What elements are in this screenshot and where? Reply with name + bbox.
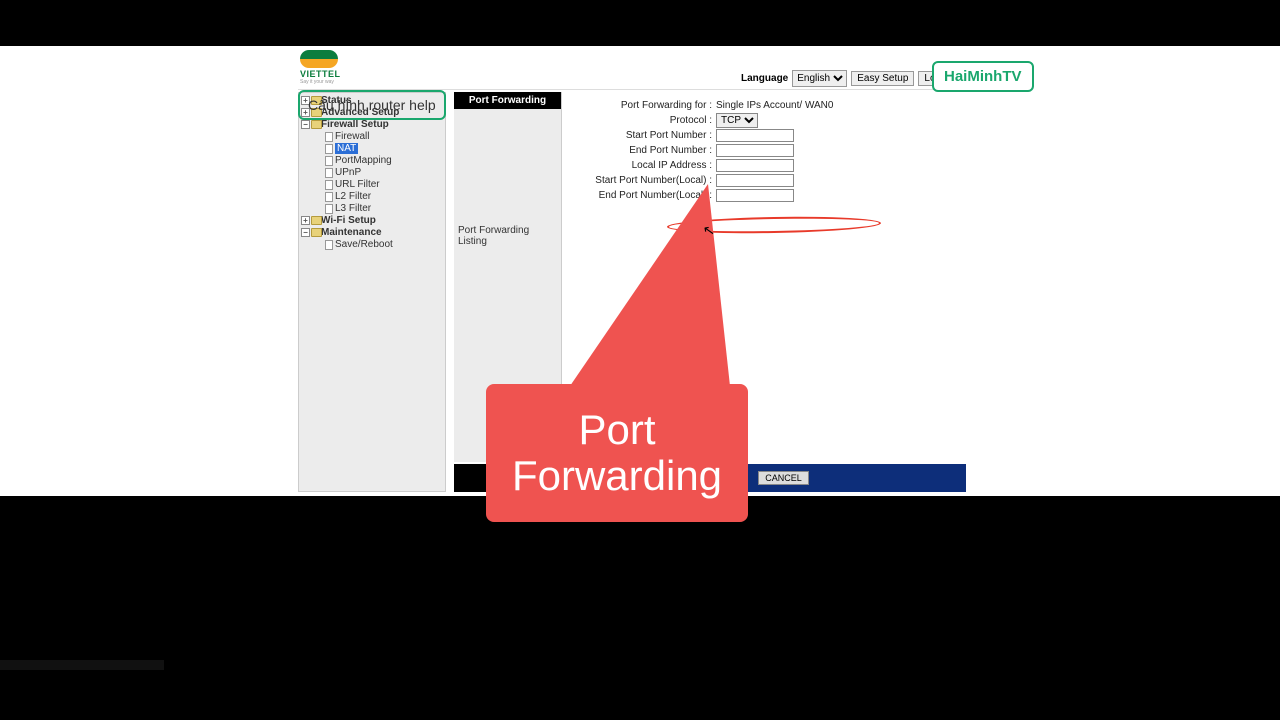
annotation-callout-text: PortForwarding: [512, 407, 722, 499]
sidebar-item-l2-filter[interactable]: L2 Filter: [299, 191, 445, 203]
for-label: Port Forwarding for :: [566, 100, 716, 111]
logo-tagline: Say it your way: [300, 79, 341, 85]
start-port-local-input[interactable]: [716, 174, 794, 187]
doc-icon: [325, 180, 333, 190]
logo-icon: [300, 50, 338, 68]
sidebar-item-upnp[interactable]: UPnP: [299, 167, 445, 179]
doc-icon: [325, 168, 333, 178]
language-select[interactable]: English: [792, 70, 847, 87]
folder-icon: [311, 216, 322, 225]
doc-icon: [325, 156, 333, 166]
sidebar-item-save-reboot[interactable]: Save/Reboot: [299, 239, 445, 251]
annotation-callout: PortForwarding: [486, 384, 748, 522]
logo: VIETTEL Say it your way: [300, 50, 341, 85]
easy-setup-button[interactable]: Easy Setup: [851, 71, 914, 86]
sidebar-item-firewall[interactable]: Firewall: [299, 131, 445, 143]
minus-icon[interactable]: −: [301, 228, 310, 237]
protocol-label: Protocol :: [566, 115, 716, 126]
for-value: Single IPs Account/ WAN0: [716, 100, 833, 111]
doc-icon: [325, 204, 333, 214]
start-port-label: Start Port Number :: [566, 130, 716, 141]
folder-icon: [311, 228, 322, 237]
end-port-local-input[interactable]: [716, 189, 794, 202]
folder-icon: [311, 120, 322, 129]
doc-icon: [325, 144, 333, 154]
end-port-label: End Port Number :: [566, 145, 716, 156]
sidebar-item-l3-filter[interactable]: L3 Filter: [299, 203, 445, 215]
cancel-button[interactable]: CANCEL: [758, 471, 809, 485]
minus-icon[interactable]: −: [301, 120, 310, 129]
sidebar-item-wifi[interactable]: +Wi-Fi Setup: [299, 215, 445, 227]
doc-icon: [325, 132, 333, 142]
taskbar-stub: [0, 660, 164, 670]
annotation-right: HaiMinhTV: [932, 61, 1034, 92]
local-ip-input[interactable]: [716, 159, 794, 172]
header: VIETTEL Say it your way Language English…: [298, 46, 966, 90]
doc-icon: [325, 192, 333, 202]
language-label: Language: [741, 73, 788, 84]
sidebar: +Status +Advanced Setup −Firewall Setup …: [298, 92, 446, 492]
sidebar-item-portmapping[interactable]: PortMapping: [299, 155, 445, 167]
end-port-local-label: End Port Number(Local) :: [566, 190, 716, 201]
sidebar-item-url-filter[interactable]: URL Filter: [299, 179, 445, 191]
sidebar-item-maintenance[interactable]: −Maintenance: [299, 227, 445, 239]
protocol-select[interactable]: TCP: [716, 113, 758, 128]
sidebar-item-nat[interactable]: NAT: [299, 143, 445, 155]
doc-icon: [325, 240, 333, 250]
start-port-input[interactable]: [716, 129, 794, 142]
annotation-left: Cấu hình router help: [298, 90, 446, 120]
end-port-input[interactable]: [716, 144, 794, 157]
start-port-local-label: Start Port Number(Local) :: [566, 175, 716, 186]
section-title: Port Forwarding: [454, 92, 561, 109]
local-ip-label: Local IP Address :: [566, 160, 716, 171]
logo-brand: VIETTEL: [300, 69, 341, 79]
sidebar-item-firewall-setup[interactable]: −Firewall Setup: [299, 119, 445, 131]
plus-icon[interactable]: +: [301, 216, 310, 225]
section-listing: Port Forwarding Listing: [454, 219, 561, 253]
